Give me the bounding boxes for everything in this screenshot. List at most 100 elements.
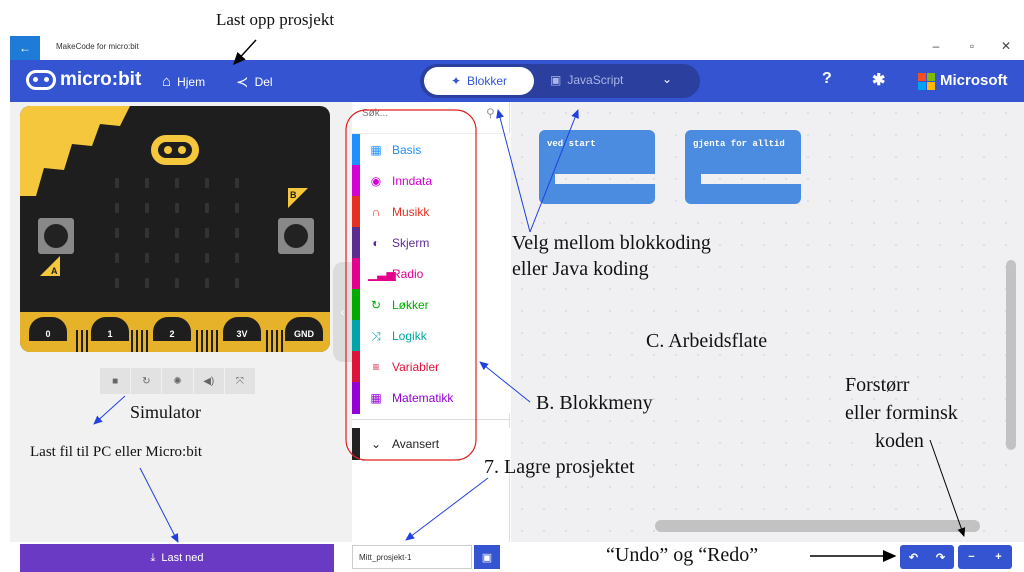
svg-text:B: B bbox=[290, 190, 297, 200]
category-color-bar bbox=[352, 165, 360, 197]
category-label: Logikk bbox=[392, 329, 427, 343]
calculator-icon: ▦ bbox=[370, 391, 382, 405]
slowmo-icon[interactable]: ✺ bbox=[162, 368, 193, 394]
led bbox=[175, 178, 179, 188]
category-label: Avansert bbox=[392, 437, 440, 451]
annotation-zoom-1: Forstørr bbox=[845, 374, 910, 396]
pin-gnd[interactable]: GND bbox=[282, 314, 326, 344]
led bbox=[115, 253, 119, 263]
category-color-bar bbox=[352, 320, 360, 352]
led bbox=[235, 178, 239, 188]
category-radio[interactable]: ▁▃▅ Radio bbox=[352, 258, 510, 290]
board-corner-graphic bbox=[20, 106, 130, 196]
vertical-scrollbar[interactable] bbox=[1006, 260, 1016, 450]
pin-2[interactable]: 2 bbox=[150, 314, 194, 344]
category-label: Inndata bbox=[392, 174, 433, 188]
blocks-mode-button[interactable]: ✦ Blokker bbox=[424, 67, 534, 95]
toolbox-divider bbox=[352, 419, 510, 420]
blocks-mode-label: Blokker bbox=[467, 74, 508, 88]
chevron-down-icon[interactable]: ⌄ bbox=[662, 72, 672, 86]
button-b[interactable] bbox=[278, 218, 314, 254]
pin-3v[interactable]: 3V bbox=[220, 314, 264, 344]
gear-icon[interactable]: ✱ bbox=[872, 70, 885, 90]
collapse-simulator-button[interactable]: ‹ bbox=[333, 262, 352, 362]
led bbox=[235, 203, 239, 213]
stop-icon[interactable]: ■ bbox=[100, 368, 131, 394]
zoom-out-button[interactable]: − bbox=[958, 545, 985, 569]
category-label: Skjerm bbox=[392, 236, 430, 250]
category-label: Matematikk bbox=[392, 391, 454, 405]
category-løkker[interactable]: ↻ Løkker bbox=[352, 289, 510, 321]
puzzle-icon: ✦ bbox=[450, 74, 462, 88]
window-title: MakeCode for micro:bit bbox=[56, 42, 139, 51]
close-button[interactable]: ✕ bbox=[992, 39, 1020, 53]
connector-tooth bbox=[216, 330, 218, 352]
category-color-bar bbox=[352, 134, 360, 166]
maximize-button[interactable]: ▫ bbox=[958, 39, 986, 53]
button-b-marker: B bbox=[288, 188, 308, 208]
microsoft-label: Microsoft bbox=[940, 72, 1008, 89]
toolbox-search: ⚲ bbox=[352, 102, 510, 134]
javascript-mode-button[interactable]: ▣ JavaScript bbox=[550, 73, 623, 87]
annotation-upload: Last opp prosjekt bbox=[216, 10, 335, 29]
redo-button[interactable]: ↷ bbox=[927, 545, 954, 569]
loop-icon: ↻ bbox=[370, 298, 382, 312]
microsoft-logo-icon bbox=[918, 73, 935, 90]
category-label: Variabler bbox=[392, 360, 440, 374]
annotation-choose-mode: Velg mellom blokkoding bbox=[512, 232, 711, 254]
led bbox=[205, 278, 209, 288]
restart-icon[interactable]: ↻ bbox=[131, 368, 162, 394]
home-label: Hjem bbox=[177, 74, 206, 89]
save-button[interactable]: ▣ bbox=[474, 545, 500, 569]
headphones-icon: ∩ bbox=[371, 205, 381, 219]
forever-block[interactable]: gjenta for alltid bbox=[685, 130, 801, 204]
search-input[interactable] bbox=[362, 108, 482, 119]
connector-tooth bbox=[76, 330, 78, 352]
button-a[interactable] bbox=[38, 218, 74, 254]
pin-0[interactable]: 0 bbox=[26, 314, 70, 344]
home-button[interactable]: ⌂ Hjem bbox=[162, 73, 205, 90]
microbit-logo[interactable]: micro:bit bbox=[26, 69, 141, 91]
category-logikk[interactable]: ⤨ Logikk bbox=[352, 320, 510, 352]
grid-icon: ▦ bbox=[370, 143, 382, 157]
category-basis[interactable]: ▦ Basis bbox=[352, 134, 510, 166]
chevron-down-icon: ⌄ bbox=[370, 437, 382, 451]
led bbox=[205, 203, 209, 213]
download-button[interactable]: ⤓ Last ned bbox=[20, 544, 334, 572]
annotation-undo-redo: “Undo” og “Redo” bbox=[606, 544, 759, 566]
annotation-save: 7. Lagre prosjektet bbox=[484, 456, 635, 478]
share-label: Del bbox=[254, 75, 273, 89]
window-titlebar: ← MakeCode for micro:bit – ▫ ✕ bbox=[0, 36, 1024, 60]
share-button[interactable]: ≺ Del bbox=[236, 73, 273, 91]
zoom-in-button[interactable]: + bbox=[985, 545, 1012, 569]
microbit-board[interactable]: A B 0 1 2 3V GND bbox=[20, 106, 330, 352]
category-color-bar bbox=[352, 351, 360, 383]
minimize-button[interactable]: – bbox=[922, 39, 950, 53]
horizontal-scrollbar[interactable] bbox=[655, 520, 980, 532]
block-label: gjenta for alltid bbox=[685, 130, 801, 174]
connector-tooth bbox=[131, 330, 133, 352]
download-icon: ⤓ bbox=[150, 551, 156, 564]
pin-1[interactable]: 1 bbox=[88, 314, 132, 344]
led bbox=[145, 203, 149, 213]
category-inndata[interactable]: ◉ Inndata bbox=[352, 165, 510, 197]
javascript-mode-label: JavaScript bbox=[567, 73, 624, 87]
undo-button[interactable]: ↶ bbox=[900, 545, 927, 569]
category-matematikk[interactable]: ▦ Matematikk bbox=[352, 382, 510, 414]
on-start-block[interactable]: ved start bbox=[539, 130, 655, 204]
category-variabler[interactable]: ≡ Variabler bbox=[352, 351, 510, 383]
search-icon[interactable]: ⚲ bbox=[486, 106, 495, 120]
category-skjerm[interactable]: ◐ Skjerm bbox=[352, 227, 510, 259]
sound-icon[interactable]: ◀) bbox=[193, 368, 224, 394]
category-musikk[interactable]: ∩ Musikk bbox=[352, 196, 510, 228]
share-icon: ≺ bbox=[236, 74, 249, 91]
led bbox=[235, 278, 239, 288]
input-icon: ◉ bbox=[370, 174, 382, 188]
fullscreen-icon[interactable]: ⤧ bbox=[224, 368, 256, 394]
led bbox=[175, 228, 179, 238]
arrow-left-icon[interactable]: ← bbox=[10, 36, 40, 60]
help-icon[interactable]: ? bbox=[822, 70, 832, 88]
lines-icon: ≡ bbox=[372, 360, 380, 374]
category-label: Musikk bbox=[392, 205, 430, 219]
project-name-input[interactable] bbox=[352, 545, 472, 569]
